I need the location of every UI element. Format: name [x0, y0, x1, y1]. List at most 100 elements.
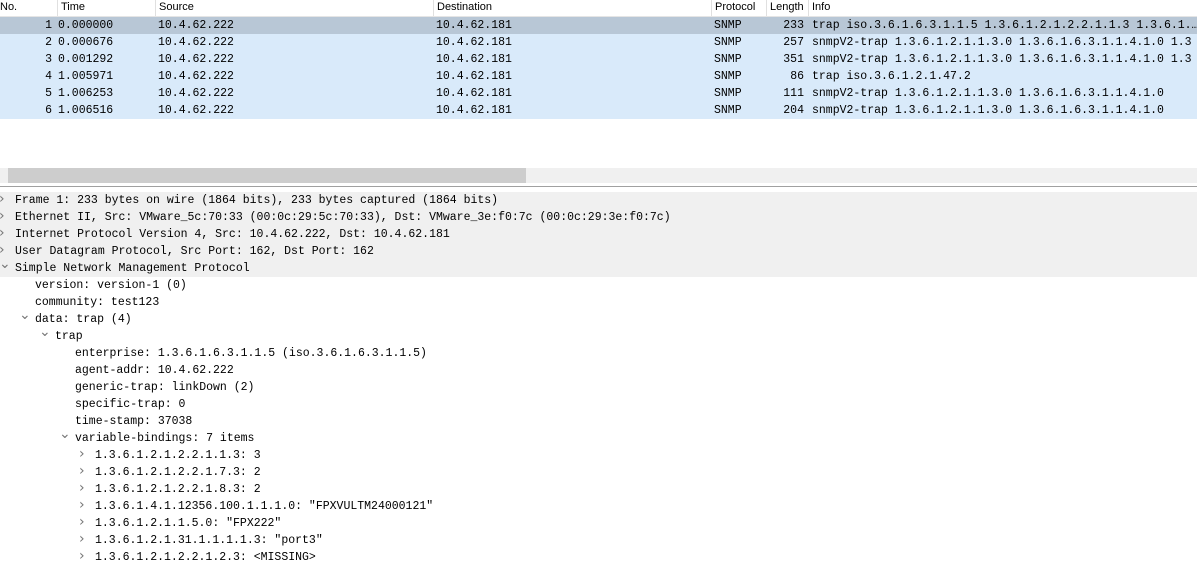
- detail-text: specific-trap: 0: [75, 398, 186, 411]
- detail-tree-item[interactable]: › 1.3.6.1.4.1.12356.100.1.1.1.0: "FPXVULT…: [0, 497, 1197, 515]
- packet-row[interactable]: 3 0.001292 10.4.62.222 10.4.62.181 SNMP 351 sn…: [0, 51, 1197, 68]
- detail-tree-item[interactable]: › 1.3.6.1.2.1.31.1.1.1.1.3: "port3": [0, 531, 1197, 549]
- detail-tree-item[interactable]: › 1.3.6.1.2.1.1.5.0: "FPX222": [0, 514, 1197, 532]
- packet-info: trap iso.3.6.1.2.1.47.2: [812, 70, 971, 83]
- detail-tree-item[interactable]: ⌄ trap: [0, 324, 1197, 345]
- packet-source: 10.4.62.222: [158, 70, 234, 83]
- packet-details-tree: › Frame 1: 233 bytes on wire (1864 bits),…: [0, 191, 1197, 566]
- detail-tree-item[interactable]: › 1.3.6.1.2.1.2.2.1.8.3: 2: [0, 480, 1197, 498]
- column-header-source[interactable]: Source: [155, 0, 437, 16]
- chevron-right-icon[interactable]: ›: [0, 191, 5, 208]
- packet-destination: 10.4.62.181: [436, 36, 512, 49]
- detail-tree-item[interactable]: ⌄ Simple Network Management Protocol: [0, 256, 1197, 277]
- packet-row[interactable]: 6 1.006516 10.4.62.222 10.4.62.181 SNMP 204 sn…: [0, 102, 1197, 119]
- packet-row[interactable]: 4 1.005971 10.4.62.222 10.4.62.181 SNMP 86 tra…: [0, 68, 1197, 85]
- chevron-down-icon[interactable]: ⌄: [0, 256, 11, 273]
- packet-destination: 10.4.62.181: [436, 70, 512, 83]
- packet-source: 10.4.62.222: [158, 53, 234, 66]
- packet-destination: 10.4.62.181: [436, 53, 512, 66]
- chevron-down-icon[interactable]: ⌄: [19, 307, 31, 324]
- detail-tree-item[interactable]: ›User Datagram Protocol, Src Port: 162, …: [0, 242, 1197, 260]
- chevron-down-icon[interactable]: ⌄: [39, 324, 51, 341]
- detail-tree-item[interactable]: › 1.3.6.1.2.1.2.2.1.2.3: <MISSING>: [0, 548, 1197, 566]
- packet-no: 3: [45, 53, 52, 66]
- column-header-no[interactable]: No.: [0, 0, 60, 16]
- chevron-right-icon[interactable]: ›: [79, 514, 85, 531]
- packet-length: 233: [783, 19, 804, 32]
- detail-tree-item[interactable]: ⌄ data: trap (4): [0, 307, 1197, 328]
- column-header-destination[interactable]: Destination: [433, 0, 715, 16]
- packet-protocol: SNMP: [714, 53, 742, 66]
- detail-text: 1.3.6.1.2.1.2.2.1.8.3: 2: [95, 483, 261, 496]
- chevron-right-icon[interactable]: ›: [79, 497, 85, 514]
- packet-row[interactable]: 1 0.000000 10.4.62.222 10.4.62.181 SNMP 233 tr…: [0, 17, 1197, 34]
- chevron-right-icon[interactable]: ›: [79, 531, 85, 548]
- detail-text: Ethernet II, Src: VMware_5c:70:33 (00:0c…: [15, 211, 671, 224]
- chevron-down-icon[interactable]: ⌄: [59, 426, 71, 443]
- detail-text: 1.3.6.1.2.1.1.5.0: "FPX222": [95, 517, 282, 530]
- detail-tree-item[interactable]: agent-addr: 10.4.62.222: [0, 362, 1197, 379]
- packet-time: 0.000676: [58, 36, 114, 49]
- detail-tree-item[interactable]: › 1.3.6.1.2.1.2.2.1.1.3: 3: [0, 446, 1197, 464]
- packet-protocol: SNMP: [714, 70, 742, 83]
- column-header-time[interactable]: Time: [57, 0, 159, 16]
- chevron-right-icon[interactable]: ›: [0, 225, 5, 242]
- horizontal-scrollbar[interactable]: [0, 168, 1197, 183]
- packet-row[interactable]: 2 0.000676 10.4.62.222 10.4.62.181 SNMP 257 sn…: [0, 34, 1197, 51]
- packet-row[interactable]: 5 1.006253 10.4.62.222 10.4.62.181 SNMP 111 sn…: [0, 85, 1197, 102]
- detail-text: Simple Network Management Protocol: [15, 262, 250, 275]
- chevron-right-icon[interactable]: ›: [79, 463, 85, 480]
- detail-tree-item[interactable]: generic-trap: linkDown (2): [0, 379, 1197, 396]
- column-header-info[interactable]: Info: [808, 0, 1197, 16]
- detail-text: 1.3.6.1.2.1.2.2.1.2.3: <MISSING>: [95, 551, 316, 564]
- packet-length: 86: [790, 70, 804, 83]
- chevron-right-icon[interactable]: ›: [79, 548, 85, 565]
- packet-list: 1 0.000000 10.4.62.222 10.4.62.181 SNMP 233 tr…: [0, 17, 1197, 119]
- packet-length: 257: [783, 36, 804, 49]
- chevron-right-icon[interactable]: ›: [0, 208, 5, 225]
- detail-tree-item[interactable]: › 1.3.6.1.2.1.2.2.1.7.3: 2: [0, 463, 1197, 481]
- detail-text: Internet Protocol Version 4, Src: 10.4.6…: [15, 228, 450, 241]
- detail-text: 1.3.6.1.2.1.2.2.1.1.3: 3: [95, 449, 261, 462]
- packet-no: 6: [45, 104, 52, 117]
- detail-text: version: version-1 (0): [35, 279, 187, 292]
- packet-no: 1: [45, 19, 52, 32]
- column-header-length[interactable]: Length: [766, 0, 812, 16]
- scrollbar-thumb[interactable]: [8, 168, 526, 183]
- detail-tree-item[interactable]: enterprise: 1.3.6.1.6.3.1.1.5 (iso.3.6.1…: [0, 345, 1197, 362]
- packet-info: trap iso.3.6.1.6.3.1.1.5 1.3.6.1.2.1.2.2…: [812, 19, 1197, 32]
- packet-list-header: No. Time Source Destination Protocol Length In…: [0, 0, 1197, 17]
- packet-source: 10.4.62.222: [158, 19, 234, 32]
- packet-length: 111: [783, 87, 804, 100]
- packet-time: 1.006516: [58, 104, 114, 117]
- pane-divider[interactable]: [0, 186, 1197, 187]
- detail-tree-item[interactable]: community: test123: [0, 294, 1197, 311]
- packet-protocol: SNMP: [714, 87, 742, 100]
- detail-tree-item[interactable]: ⌄ variable-bindings: 7 items: [0, 426, 1197, 447]
- packet-length: 204: [783, 104, 804, 117]
- packet-source: 10.4.62.222: [158, 87, 234, 100]
- chevron-right-icon[interactable]: ›: [79, 446, 85, 463]
- detail-tree-item[interactable]: › Frame 1: 233 bytes on wire (1864 bits),…: [0, 191, 1197, 209]
- chevron-right-icon[interactable]: ›: [79, 480, 85, 497]
- detail-tree-item[interactable]: version: version-1 (0): [0, 277, 1197, 294]
- packet-info: snmpV2-trap 1.3.6.1.2.1.1.3.0 1.3.6.1.6.…: [812, 53, 1192, 66]
- packet-info: snmpV2-trap 1.3.6.1.2.1.1.3.0 1.3.6.1.6.…: [812, 104, 1164, 117]
- detail-tree-item[interactable]: specific-trap: 0: [0, 396, 1197, 413]
- packet-protocol: SNMP: [714, 36, 742, 49]
- detail-tree-item[interactable]: time-stamp: 37038: [0, 413, 1197, 430]
- packet-time: 0.001292: [58, 53, 114, 66]
- packet-source: 10.4.62.222: [158, 104, 234, 117]
- packet-protocol: SNMP: [714, 104, 742, 117]
- packet-source: 10.4.62.222: [158, 36, 234, 49]
- packet-protocol: SNMP: [714, 19, 742, 32]
- column-header-protocol[interactable]: Protocol: [711, 0, 770, 16]
- packet-info: snmpV2-trap 1.3.6.1.2.1.1.3.0 1.3.6.1.6.…: [812, 87, 1164, 100]
- detail-tree-item[interactable]: › Ethernet II, Src: VMware_5c:70:33 (00:0…: [0, 208, 1197, 226]
- detail-text: enterprise: 1.3.6.1.6.3.1.1.5 (iso.3.6.1…: [75, 347, 427, 360]
- detail-text: variable-bindings: 7 items: [75, 432, 255, 445]
- packet-destination: 10.4.62.181: [436, 87, 512, 100]
- detail-text: 1.3.6.1.2.1.2.2.1.7.3: 2: [95, 466, 261, 479]
- detail-tree-item[interactable]: › Internet Protocol Version 4, Src: 10.4.…: [0, 225, 1197, 243]
- packet-time: 1.005971: [58, 70, 114, 83]
